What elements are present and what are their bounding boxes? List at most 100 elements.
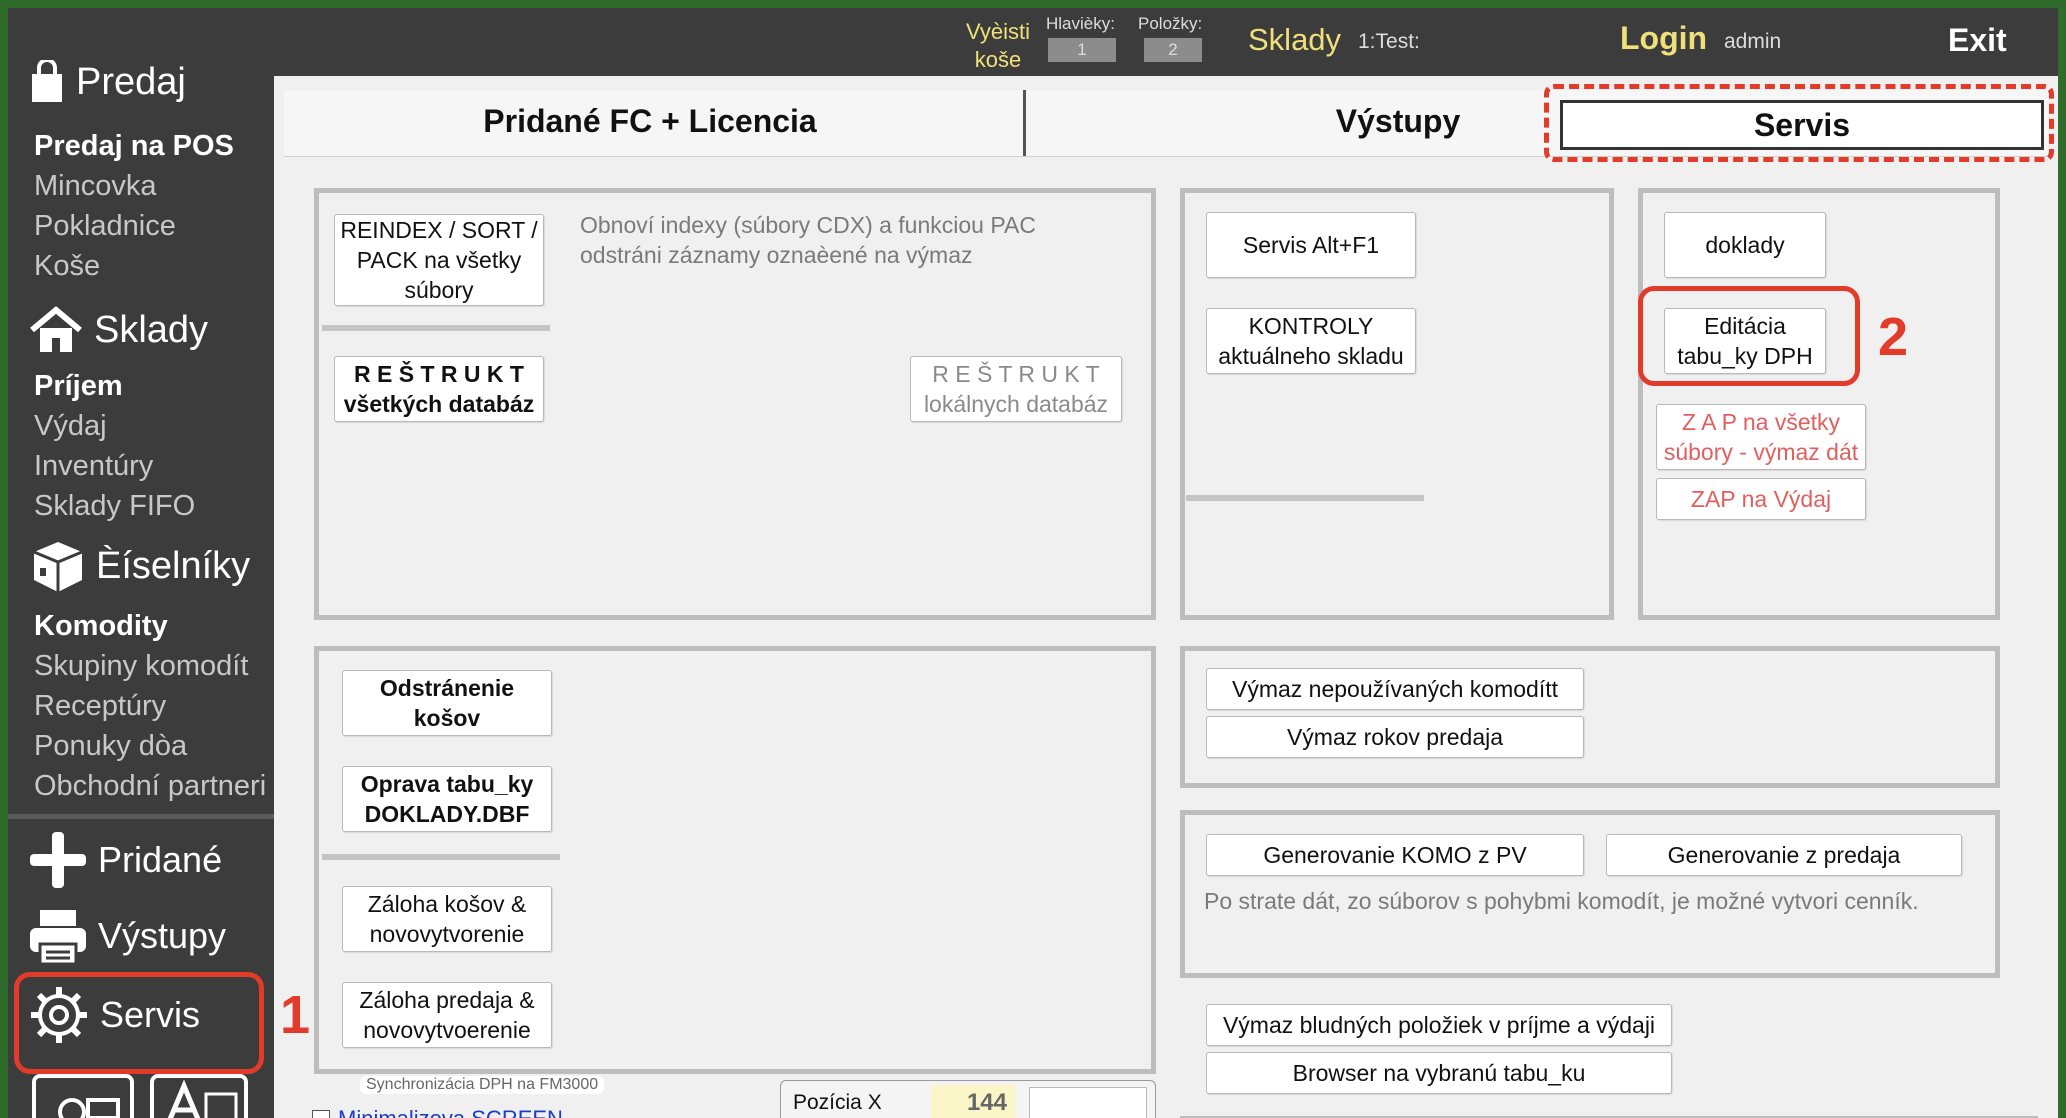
sidebar: Predaj Predaj na POS Mincovka Pokladnice… — [8, 8, 274, 1118]
sidebar-item-receptury[interactable]: Receptúry — [34, 690, 166, 723]
annotation-number-1: 1 — [280, 985, 311, 1045]
position-box: Pozícia X 144 — [780, 1080, 1156, 1118]
oprava-label-1: Oprava tabu_ky — [360, 771, 534, 797]
sidebar-item-inventury[interactable]: Inventúry — [34, 450, 153, 483]
zaloha-predaja-label-2: novovytvoerenie — [363, 1017, 531, 1043]
oprava-doklady-button[interactable]: Oprava tabu_ky DOKLADY.DBF — [342, 766, 552, 832]
sidebar-item-komodity[interactable]: Komodity — [34, 610, 168, 643]
sidebar-item-kose[interactable]: Koše — [34, 250, 100, 283]
tab-divider — [1023, 90, 1026, 156]
restrukt-local-button[interactable]: R E Š T R U K T lokálnych databáz — [910, 356, 1122, 422]
zap-all-label-1: Z A P na všetky — [1681, 409, 1841, 435]
position-x-label: Pozícia X — [793, 1091, 882, 1114]
app-window: Vyèisti koše Hlavièky: 1 Položky: 2 Skla… — [8, 8, 2058, 1118]
sidebar-section-sklady[interactable]: Sklady — [28, 306, 208, 354]
odstranenie-kosov-button[interactable]: Odstránenie košov — [342, 670, 552, 736]
restrukt-all-label-2: všetkých databáz — [343, 391, 535, 417]
generovanie-note: Po strate dát, zo súborov s pohybmi komo… — [1204, 888, 1919, 914]
translate-icon[interactable] — [150, 1074, 248, 1118]
shopping-bag-icon — [28, 58, 66, 104]
odstranenie-label-1: Odstránenie — [379, 675, 515, 701]
sidebar-divider — [8, 814, 274, 819]
printer-icon — [28, 906, 88, 966]
zap-all-files-button[interactable]: Z A P na všetky súbory - výmaz dát — [1656, 404, 1866, 470]
database-name: 1:Test: — [1358, 30, 1420, 53]
zaloha-kosov-label-1: Záloha košov & — [367, 891, 527, 917]
vymaz-komodit-button[interactable]: Výmaz nepoužívaných komodítt — [1206, 668, 1584, 710]
exit-button[interactable]: Exit — [1948, 22, 2007, 59]
sidebar-section-label: Sklady — [94, 308, 209, 351]
headers-label: Hlavièky: — [1046, 14, 1115, 33]
sidebar-item-label: Výstupy — [98, 915, 227, 956]
doklady-button[interactable]: doklady — [1664, 212, 1826, 278]
reindex-label-3: súbory — [404, 277, 474, 303]
headers-count: 1 — [1048, 38, 1116, 62]
restrukt-all-button[interactable]: R E Š T R U K T všetkých databáz — [334, 356, 544, 422]
kontroly-label-2: aktuálneho skladu — [1218, 343, 1404, 369]
reindex-label-1: REINDEX / SORT / — [340, 217, 538, 243]
sidebar-item-vystupy[interactable]: Výstupy — [28, 906, 226, 966]
sidebar-item-skupiny-komodit[interactable]: Skupiny komodít — [34, 650, 248, 683]
sidebar-item-obchodni-partneri[interactable]: Obchodní partneri — [34, 770, 266, 803]
box-icon — [28, 538, 86, 594]
highlight-servis-sidebar — [14, 972, 264, 1074]
oprava-label-2: DOKLADY.DBF — [364, 801, 530, 827]
kontroly-label-1: KONTROLY — [1248, 313, 1374, 339]
clear-bins-button[interactable]: Vyèisti koše — [963, 18, 1033, 74]
highlight-servis-tab — [1544, 84, 2054, 162]
minimalize-label: Minimalizova SCREEN — [338, 1106, 563, 1118]
clear-bins-label-1: Vyèisti — [966, 19, 1030, 44]
items-count: 2 — [1144, 38, 1202, 62]
panel-divider — [1186, 495, 1424, 501]
reindex-label-2: PACK na všetky — [356, 247, 522, 273]
highlight-editacia-dph — [1638, 286, 1860, 386]
generovanie-predaj-button[interactable]: Generovanie z predaja — [1606, 834, 1962, 876]
sidebar-item-sklady-fifo[interactable]: Sklady FIFO — [34, 490, 195, 523]
minimalize-checkbox-row[interactable]: Minimalizova SCREEN — [312, 1106, 563, 1118]
module-name: Sklady — [1248, 22, 1342, 57]
vymaz-rokov-button[interactable]: Výmaz rokov predaja — [1206, 716, 1584, 758]
kontroly-button[interactable]: KONTROLY aktuálneho skladu — [1206, 308, 1416, 374]
top-bar: Vyèisti koše Hlavièky: 1 Položky: 2 Skla… — [8, 8, 2058, 80]
browser-tabuľka-button[interactable]: Browser na vybranú tabu_ku — [1206, 1052, 1672, 1094]
sidebar-item-pridane[interactable]: Pridané — [28, 830, 222, 890]
restrukt-local-label-2: lokálnych databáz — [923, 391, 1109, 417]
settings-tool-icon[interactable] — [32, 1074, 134, 1118]
sync-dph-label: Synchronizácia DPH na FM3000 — [360, 1076, 605, 1094]
reindex-note-2: odstráni záznamy oznaèené na výmaz — [580, 242, 973, 268]
servis-alt-f1-button[interactable]: Servis Alt+F1 — [1206, 212, 1416, 278]
tab-pridane-fc-licencia[interactable]: Pridané FC + Licencia — [284, 90, 1016, 152]
zap-vydaj-button[interactable]: ZAP na Výdaj — [1656, 478, 1866, 520]
zaloha-predaja-button[interactable]: Záloha predaja & novovytvoerenie — [342, 982, 552, 1048]
odstranenie-label-2: košov — [413, 705, 481, 731]
main-content: Pridané FC + Licencia Výstupy Servis REI… — [274, 76, 2058, 1118]
restrukt-all-label-1: R E Š T R U K T — [354, 361, 524, 387]
sidebar-item-predaj-na-pos[interactable]: Predaj na POS — [34, 130, 234, 163]
login-button[interactable]: Login — [1620, 20, 1707, 57]
annotation-number-2: 2 — [1878, 307, 1909, 367]
position-x-value[interactable]: 144 — [931, 1085, 1015, 1118]
restrukt-local-label-1: R E Š T R U K T — [932, 361, 1100, 387]
zaloha-kosov-label-2: novovytvorenie — [369, 921, 525, 947]
sidebar-item-pokladnice[interactable]: Pokladnice — [34, 210, 176, 243]
vymaz-bludnych-button[interactable]: Výmaz bludných položiek v príjme a výdaj… — [1206, 1004, 1672, 1046]
sidebar-item-vydaj[interactable]: Výdaj — [34, 410, 107, 443]
sidebar-section-predaj[interactable]: Predaj — [28, 58, 186, 104]
items-label: Položky: — [1138, 14, 1203, 33]
sidebar-item-ponuky-dna[interactable]: Ponuky dòa — [34, 730, 187, 763]
generovanie-komo-button[interactable]: Generovanie KOMO z PV — [1206, 834, 1584, 876]
zaloha-kosov-button[interactable]: Záloha košov & novovytvorenie — [342, 886, 552, 952]
sidebar-section-ciselniky[interactable]: Èíselníky — [28, 538, 250, 594]
reindex-note: Obnoví indexy (súbory CDX) a funkciou PA… — [580, 210, 1036, 270]
position-side-button[interactable] — [1029, 1087, 1147, 1118]
sidebar-item-mincovka[interactable]: Mincovka — [34, 170, 157, 203]
minimalize-checkbox[interactable] — [312, 1110, 330, 1118]
reindex-sort-pack-button[interactable]: REINDEX / SORT / PACK na všetky súbory — [334, 214, 544, 306]
clear-bins-label-2: koše — [974, 47, 1022, 72]
reindex-note-1: Obnoví indexy (súbory CDX) a funkciou PA… — [580, 212, 1036, 238]
sidebar-item-label: Pridané — [98, 839, 223, 880]
zaloha-predaja-label-1: Záloha predaja & — [359, 987, 535, 1013]
sidebar-section-label: Predaj — [76, 60, 186, 103]
home-icon — [28, 306, 84, 354]
sidebar-item-prijem[interactable]: Príjem — [34, 370, 123, 403]
